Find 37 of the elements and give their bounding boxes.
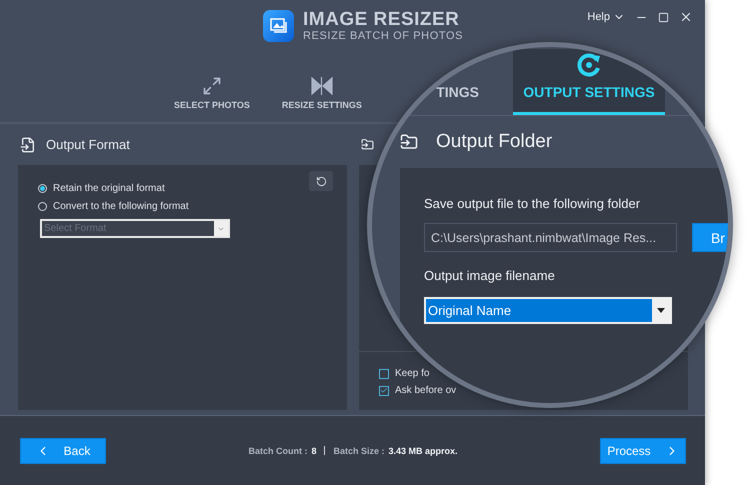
batch-size-value: 3.43 MB approx. bbox=[388, 446, 458, 456]
refresh-dot-icon bbox=[576, 52, 602, 78]
caret-icon bbox=[657, 308, 665, 313]
batch-count-label: Batch Count : bbox=[248, 446, 308, 456]
format-radio-option[interactable]: Convert to the following format bbox=[38, 201, 189, 212]
batch-size-label: Batch Size : bbox=[333, 446, 384, 456]
reset-button[interactable] bbox=[309, 171, 333, 191]
diagonal-arrows-icon bbox=[202, 76, 222, 96]
filename-label: Output image filename bbox=[424, 268, 556, 283]
folder-arrow-icon bbox=[400, 133, 418, 151]
file-arrow-icon bbox=[20, 136, 36, 152]
nav-tab[interactable]: RESIZE SETTINGS bbox=[282, 76, 362, 113]
maximize-icon[interactable] bbox=[658, 12, 669, 22]
option-checkbox[interactable]: Ask before ov bbox=[379, 385, 456, 396]
process-button[interactable]: Process bbox=[600, 438, 686, 464]
close-icon[interactable] bbox=[679, 10, 693, 24]
format-radio-option[interactable]: Retain the original format bbox=[38, 183, 165, 194]
filename-select[interactable]: Original Name bbox=[424, 297, 672, 324]
option-checkbox[interactable]: Keep fo bbox=[379, 368, 430, 379]
app-logo bbox=[263, 10, 294, 42]
folder-label: Save output file to the following folder bbox=[424, 196, 642, 211]
reset-icon bbox=[316, 176, 326, 186]
help-menu[interactable]: Help bbox=[587, 11, 625, 23]
back-button[interactable]: Back bbox=[20, 438, 106, 464]
nav-tab[interactable]: OUTPUT SETTINGS bbox=[513, 49, 665, 115]
nav-tab[interactable]: TINGS bbox=[372, 49, 513, 115]
app-title: IMAGE RESIZER bbox=[303, 10, 460, 30]
batch-count-value: 8 bbox=[311, 446, 316, 456]
folder-arrow-icon bbox=[361, 138, 374, 151]
nav-tab[interactable]: SELECT PHOTOS bbox=[174, 76, 250, 113]
panel-title: Output Format bbox=[46, 137, 130, 152]
panel-title: Output Folder bbox=[436, 131, 552, 153]
browse-button[interactable]: Br bbox=[692, 223, 728, 252]
bowtie-arrows-icon bbox=[310, 76, 333, 96]
app-subtitle: RESIZE BATCH OF PHOTOS bbox=[303, 30, 464, 42]
folder-path-field[interactable]: C:\Users\prashant.nimbwat\Image Res... bbox=[424, 223, 677, 252]
check-icon bbox=[380, 386, 388, 395]
